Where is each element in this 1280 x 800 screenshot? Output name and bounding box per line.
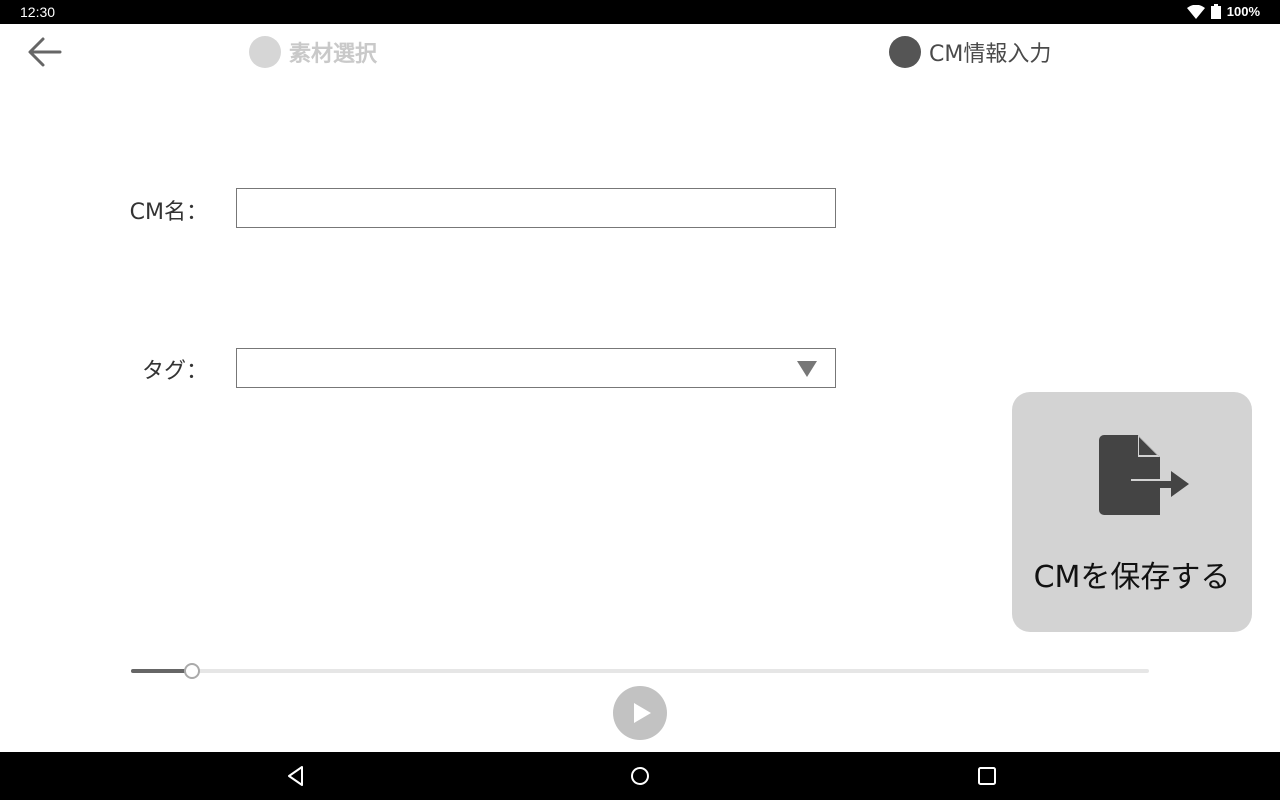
slider-thumb[interactable] <box>184 663 201 679</box>
nav-back-icon[interactable] <box>284 764 308 788</box>
step-indicator-dot <box>889 36 921 68</box>
back-button[interactable] <box>24 34 64 70</box>
slider-progress-fill <box>131 669 193 673</box>
step-material-select: 素材選択 <box>249 36 377 68</box>
step-label: 素材選択 <box>289 42 378 67</box>
play-icon <box>634 703 651 723</box>
cm-name-input[interactable] <box>237 189 835 227</box>
battery-level: 100% <box>1226 4 1260 19</box>
file-export-icon <box>1099 435 1189 515</box>
status-time: 12:30 <box>20 4 56 20</box>
nav-recents-icon[interactable] <box>975 764 999 788</box>
tag-select[interactable] <box>236 348 836 388</box>
step-cm-info: CM情報入力 <box>889 36 1051 68</box>
slider-track <box>131 669 1149 673</box>
play-button[interactable] <box>613 686 667 740</box>
cm-name-field-box <box>236 188 836 228</box>
nav-home-icon[interactable] <box>628 764 652 788</box>
tag-label: タグ： <box>141 359 208 384</box>
save-cm-button[interactable]: CMを保存する <box>1012 392 1252 632</box>
save-cm-button-label: CMを保存する <box>1033 560 1231 595</box>
wifi-icon <box>1186 4 1205 19</box>
step-label: CM情報入力 <box>929 42 1052 67</box>
navigation-bar <box>0 752 1280 800</box>
dropdown-arrow-icon <box>797 361 817 377</box>
battery-icon <box>1210 4 1221 19</box>
cm-name-label: CM名： <box>129 200 208 225</box>
arrow-left-icon <box>28 37 62 67</box>
status-bar: 12:30 100% <box>0 0 1280 24</box>
playback-seek-slider[interactable] <box>131 660 1149 682</box>
step-indicator-dot <box>249 36 281 68</box>
